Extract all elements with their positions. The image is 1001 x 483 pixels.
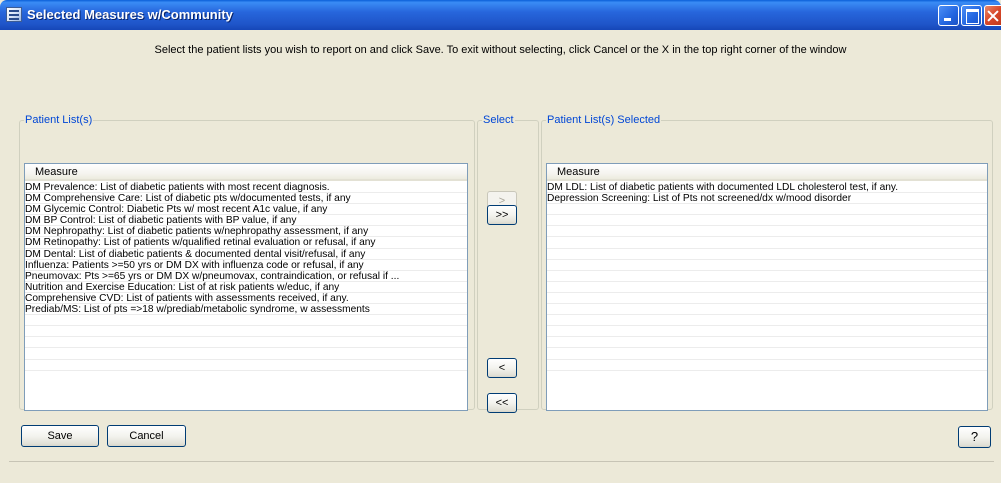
minimize-button[interactable] (938, 5, 959, 26)
remove-selected-button[interactable]: < (487, 358, 517, 378)
app-list-icon (6, 7, 22, 22)
empty-row (25, 326, 467, 338)
list-item[interactable]: Nutrition and Exercise Education: List o… (25, 282, 467, 293)
empty-row (25, 337, 467, 349)
list-item-label: DM Dental: List of diabetic patients & d… (25, 248, 366, 260)
selected-lists-listview[interactable]: Measure DM LDL: List of diabetic patient… (546, 163, 988, 411)
list-item[interactable]: DM Nephropathy: List of diabetic patient… (25, 226, 467, 238)
close-button[interactable] (984, 5, 1001, 26)
empty-row (547, 271, 987, 282)
selected-lists-group-title: Patient List(s) Selected (546, 114, 662, 126)
list-item[interactable]: Pneumovax: Pts >=65 yrs or DM DX w/pneum… (25, 271, 467, 282)
list-item[interactable]: DM Prevalence: List of diabetic patients… (25, 182, 467, 194)
empty-row (547, 204, 987, 216)
empty-row (547, 337, 987, 349)
list-item[interactable]: DM Dental: List of diabetic patients & d… (25, 249, 467, 260)
list-item[interactable]: Comprehensive CVD: List of patients with… (25, 292, 467, 305)
empty-row (25, 360, 467, 371)
cancel-button[interactable]: Cancel (107, 425, 186, 447)
help-button[interactable]: ? (958, 426, 991, 448)
empty-row (547, 326, 987, 338)
empty-row (547, 260, 987, 271)
empty-row (547, 304, 987, 316)
window-title: Selected Measures w/Community (27, 7, 233, 22)
list-item-label: Nutrition and Exercise Education: List o… (25, 281, 340, 293)
list-item-label: DM Glycemic Control: Diabetic Pts w/ mos… (25, 204, 328, 216)
list-item-label: Prediab/MS: List of pts =>18 w/prediab/m… (25, 304, 370, 316)
measure-column-header[interactable]: Measure (25, 164, 467, 181)
empty-row (547, 360, 987, 371)
list-item[interactable]: DM Retinopathy: List of patients w/quali… (25, 237, 467, 249)
list-item-label: Pneumovax: Pts >=65 yrs or DM DX w/pneum… (25, 270, 400, 282)
selected-lists-rows: DM LDL: List of diabetic patients with d… (547, 181, 987, 371)
list-item-label: DM Prevalence: List of diabetic patients… (25, 182, 330, 193)
list-item[interactable]: DM BP Control: List of diabetic patients… (25, 215, 467, 227)
remove-all-button[interactable]: << (487, 393, 517, 413)
list-item[interactable]: Influenza: Patients >=50 yrs or DM DX wi… (25, 260, 467, 271)
empty-row (547, 348, 987, 360)
list-item[interactable]: DM Comprehensive Care: List of diabetic … (25, 193, 467, 205)
list-item[interactable]: Depression Screening: List of Pts not sc… (547, 193, 987, 205)
patient-lists-rows: DM Prevalence: List of diabetic patients… (25, 181, 467, 371)
list-item-label: DM Comprehensive Care: List of diabetic … (25, 193, 351, 205)
list-item-label: Comprehensive CVD: List of patients with… (25, 292, 349, 304)
select-group-title: Select (482, 114, 515, 126)
list-item-label: Depression Screening: List of Pts not sc… (547, 193, 852, 205)
instructions-text: Select the patient lists you wish to rep… (154, 44, 847, 56)
list-item-label: DM Retinopathy: List of patients w/quali… (25, 237, 376, 249)
empty-row (25, 315, 467, 327)
list-item[interactable]: DM Glycemic Control: Diabetic Pts w/ mos… (25, 204, 467, 216)
empty-row (547, 215, 987, 227)
empty-row (547, 293, 987, 305)
list-item-label: DM LDL: List of diabetic patients with d… (547, 182, 899, 193)
empty-row (547, 249, 987, 260)
list-item-label: Influenza: Patients >=50 yrs or DM DX wi… (25, 259, 364, 271)
empty-row (547, 282, 987, 293)
empty-row (547, 226, 987, 238)
patient-lists-group-title: Patient List(s) (24, 114, 94, 126)
empty-row (547, 237, 987, 249)
maximize-button[interactable] (961, 5, 982, 26)
list-item[interactable]: Prediab/MS: List of pts =>18 w/prediab/m… (25, 304, 467, 316)
list-item-label: DM BP Control: List of diabetic patients… (25, 215, 297, 227)
list-item-label: DM Nephropathy: List of diabetic patient… (25, 226, 369, 238)
save-button[interactable]: Save (21, 425, 99, 447)
empty-row (25, 348, 467, 360)
divider (9, 461, 994, 462)
title-bar: Selected Measures w/Community (0, 0, 1001, 30)
list-item[interactable]: DM LDL: List of diabetic patients with d… (547, 182, 987, 194)
measure-column-header[interactable]: Measure (547, 164, 987, 181)
empty-row (547, 315, 987, 327)
patient-lists-listview[interactable]: Measure DM Prevalence: List of diabetic … (24, 163, 468, 411)
add-all-button[interactable]: >> (487, 205, 517, 225)
